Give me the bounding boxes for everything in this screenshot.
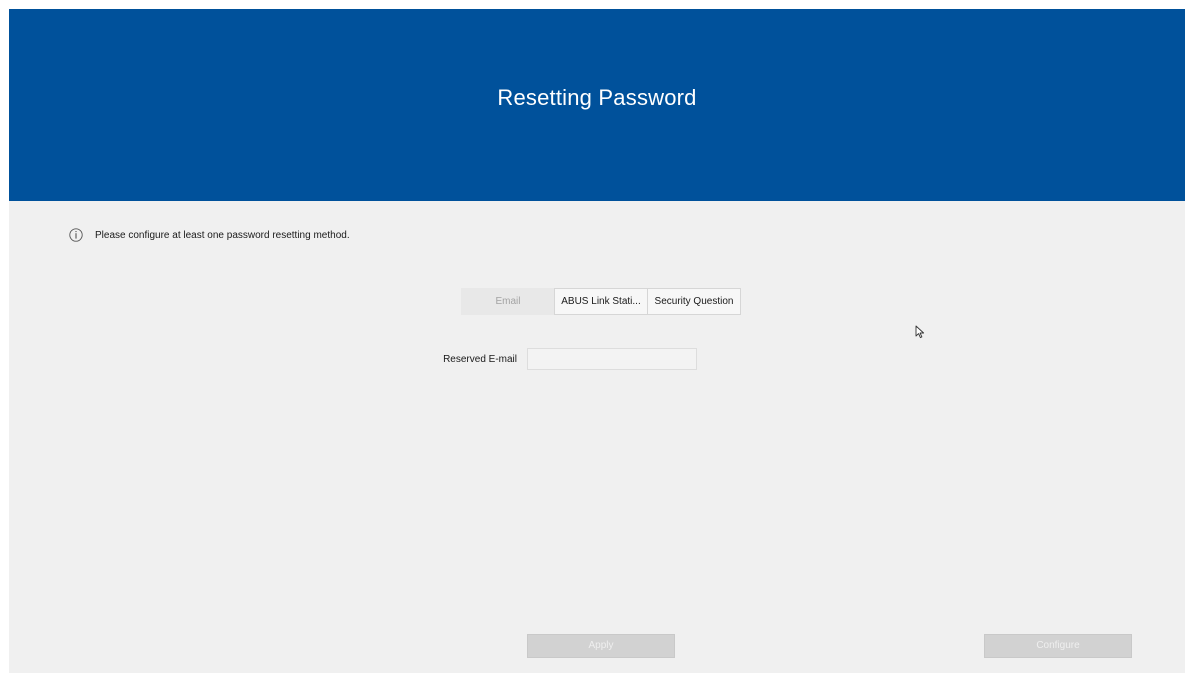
page-title: Resetting Password [497, 85, 697, 110]
notice-text: Please configure at least one password r… [95, 229, 350, 241]
tab-email[interactable]: Email [461, 288, 555, 315]
reset-password-dialog: Resetting Password Please configure at l… [9, 9, 1185, 673]
reset-method-tabs: Email ABUS Link Stati... Security Questi… [461, 288, 741, 315]
configure-button[interactable]: Configure [984, 634, 1132, 658]
reserved-email-input[interactable] [527, 348, 697, 370]
info-notice: Please configure at least one password r… [69, 228, 350, 242]
tab-security-question[interactable]: Security Question [647, 288, 741, 315]
mouse-cursor-icon [915, 325, 925, 339]
tab-abus-link-station[interactable]: ABUS Link Stati... [554, 288, 648, 315]
apply-button[interactable]: Apply [527, 634, 675, 658]
reserved-email-label: Reserved E-mail [443, 353, 517, 365]
header-banner: Resetting Password [9, 9, 1185, 201]
info-icon [69, 228, 83, 242]
reserved-email-row: Reserved E-mail [389, 348, 697, 370]
